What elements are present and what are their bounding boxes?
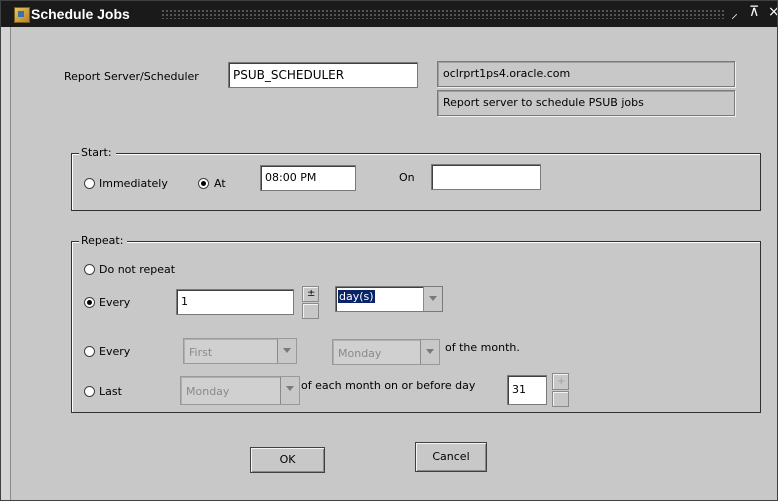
start-on-label: On: [399, 171, 415, 184]
before-day-label: of each month on or before day: [301, 379, 476, 392]
window-left-border: [1, 27, 11, 500]
repeat-unit-select[interactable]: day(s): [335, 286, 443, 312]
start-date-input[interactable]: [431, 164, 541, 190]
ordinal-select[interactable]: First: [183, 338, 297, 364]
window-title: Schedule Jobs: [31, 6, 130, 22]
start-at-label: At: [214, 177, 226, 190]
chevron-down-icon[interactable]: [420, 340, 439, 364]
day-up-button[interactable]: +: [552, 373, 569, 390]
interval-up-button[interactable]: ±: [302, 286, 319, 302]
app-icon: [14, 7, 30, 23]
ordinal-value: First: [189, 346, 213, 359]
start-immediately-radio[interactable]: [84, 178, 95, 189]
chevron-down-icon[interactable]: [280, 377, 299, 404]
chevron-down-icon[interactable]: [277, 339, 296, 363]
repeat-none-label: Do not repeat: [99, 263, 176, 276]
maximize-icon[interactable]: ⊼: [749, 4, 759, 20]
server-host-display: oclrprt1ps4.oracle.com: [437, 61, 735, 87]
start-immediately-label: Immediately: [99, 177, 168, 190]
start-group-title: Start:: [79, 146, 116, 159]
ok-button[interactable]: OK: [250, 447, 325, 473]
dialog-body: Report Server/Scheduler PSUB_SCHEDULER o…: [11, 27, 777, 500]
repeat-unit-value: day(s): [338, 290, 375, 303]
repeat-every-radio[interactable]: [84, 297, 95, 308]
start-at-radio[interactable]: [198, 178, 209, 189]
chevron-down-icon[interactable]: [423, 287, 442, 311]
repeat-none-radio[interactable]: [84, 264, 95, 275]
interval-down-button[interactable]: [302, 303, 319, 319]
report-server-label: Report Server/Scheduler: [64, 70, 199, 83]
start-group: [71, 153, 761, 211]
weekday-select[interactable]: Monday: [332, 339, 440, 365]
repeat-last-label: Last: [99, 385, 122, 398]
minimize-icon[interactable]: ⸝: [731, 4, 738, 23]
repeat-every-month-label: Every: [99, 345, 131, 358]
title-bar[interactable]: Schedule Jobs ⸝ ⊼ ×: [1, 1, 777, 27]
repeat-last-radio[interactable]: [84, 386, 95, 397]
title-bar-pattern: [161, 9, 725, 19]
schedule-jobs-window: Schedule Jobs ⸝ ⊼ × Report Server/Schedu…: [0, 0, 778, 501]
repeat-interval-input[interactable]: 1: [176, 289, 294, 315]
report-server-input[interactable]: PSUB_SCHEDULER: [228, 62, 418, 88]
cancel-button[interactable]: Cancel: [415, 442, 487, 472]
repeat-every-month-radio[interactable]: [84, 346, 95, 357]
start-time-input[interactable]: 08:00 PM: [260, 165, 356, 191]
of-the-month-label: of the month.: [445, 341, 520, 354]
repeat-every-label: Every: [99, 296, 131, 309]
repeat-group-title: Repeat:: [79, 234, 128, 247]
last-weekday-select[interactable]: Monday: [180, 376, 300, 405]
day-input[interactable]: 31: [507, 375, 547, 405]
day-down-button[interactable]: [552, 391, 569, 407]
close-icon[interactable]: ×: [768, 4, 777, 20]
server-description-display: Report server to schedule PSUB jobs: [437, 90, 735, 116]
last-weekday-value: Monday: [186, 385, 230, 398]
weekday-value: Monday: [338, 347, 382, 360]
